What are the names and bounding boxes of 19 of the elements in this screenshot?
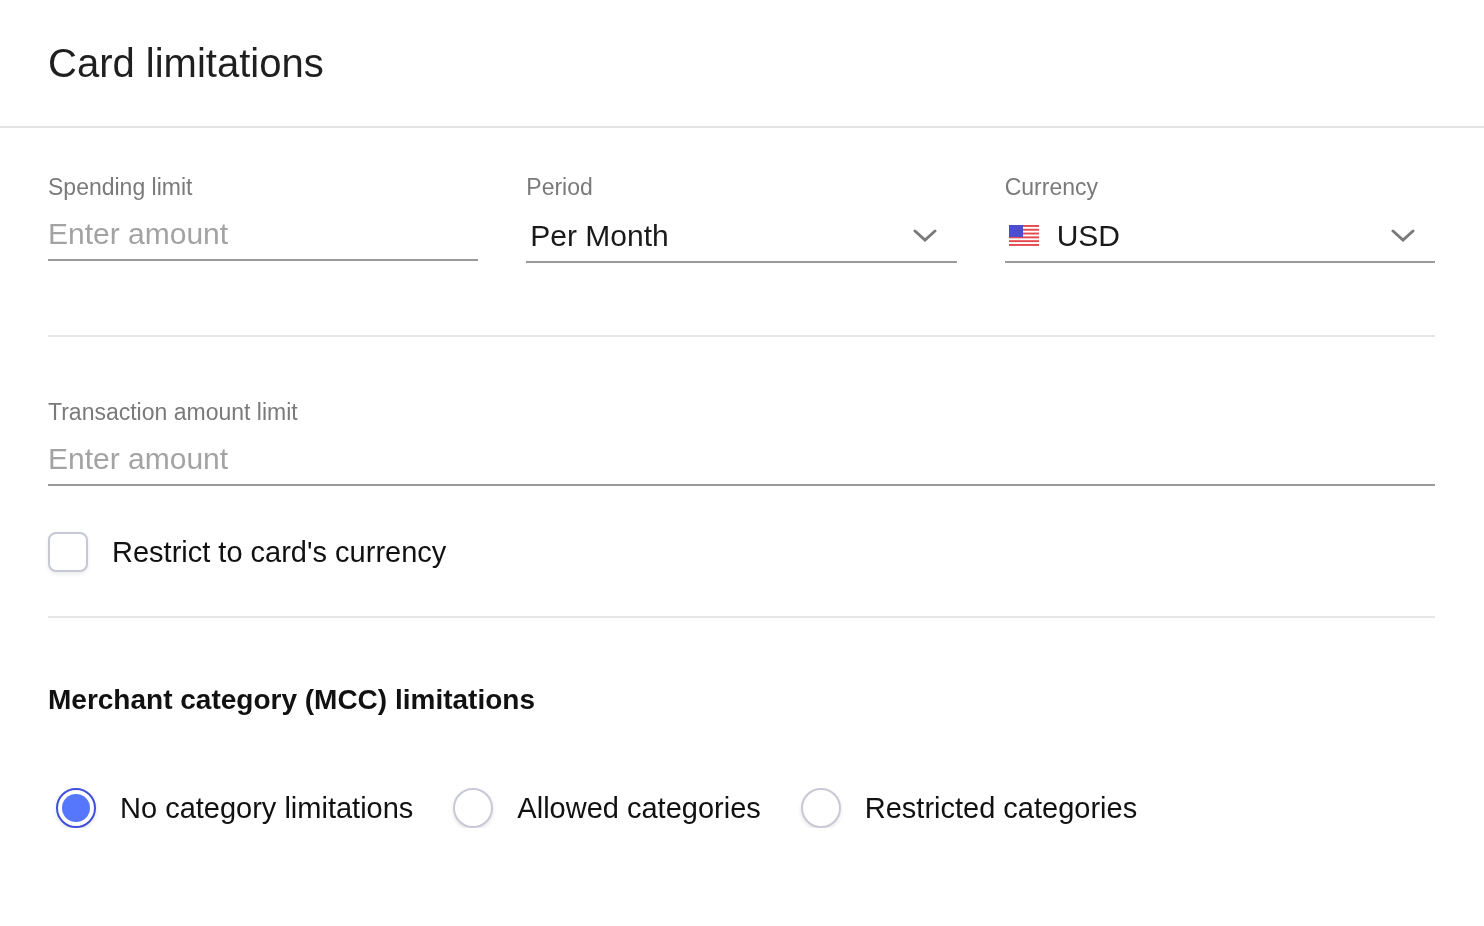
radio-button[interactable]	[56, 788, 96, 828]
checkbox-label: Restrict to card's currency	[112, 535, 447, 569]
radio-label: Restricted categories	[864, 791, 1138, 825]
field-label: Spending limit	[48, 174, 193, 201]
chevron-down-icon	[1391, 229, 1415, 243]
field-label: Currency	[1004, 174, 1098, 201]
amount-field[interactable]: Enter amount	[48, 436, 1435, 486]
flag-icon	[1008, 225, 1039, 247]
radio-label: No category limitations	[120, 791, 414, 825]
currency-dropdown[interactable]: USD	[1004, 211, 1435, 263]
field-label: Transaction amount limit	[48, 399, 298, 426]
page-title: Card limitations	[48, 40, 324, 86]
chevron-down-icon	[912, 229, 937, 243]
section-heading: Merchant category (MCC) limitations	[48, 684, 536, 716]
checkbox[interactable]	[48, 532, 88, 572]
field-label: Period	[526, 174, 593, 201]
period-dropdown[interactable]: Per Month	[526, 211, 957, 263]
radio-label: Allowed categories	[517, 791, 761, 825]
amount-field[interactable]: Enter amount	[48, 211, 479, 261]
